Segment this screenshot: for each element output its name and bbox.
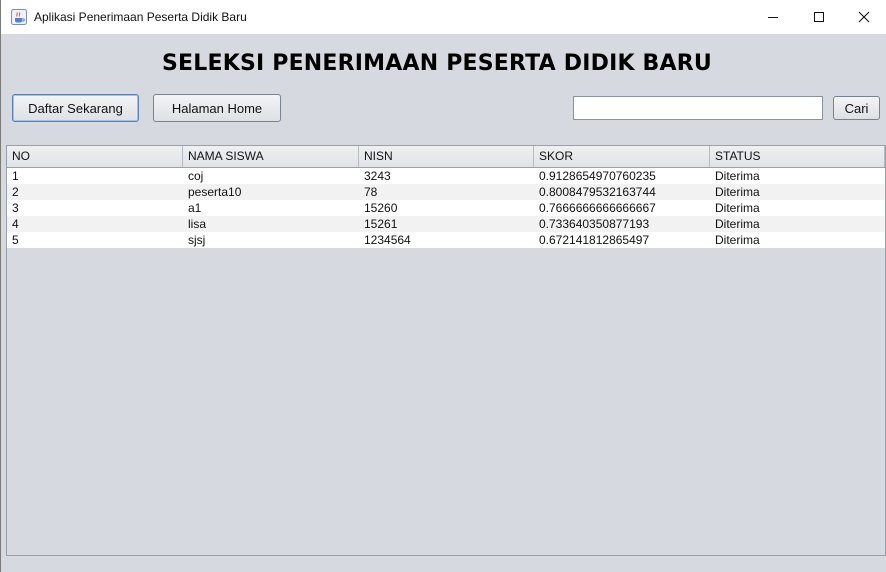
cell-nama-siswa: a1: [188, 201, 202, 215]
column-header-no[interactable]: NO: [7, 146, 183, 167]
halaman-home-button[interactable]: Halaman Home: [153, 94, 281, 122]
table-row[interactable]: 2 peserta10 78 0.8008479532163744 Diteri…: [7, 184, 885, 200]
cari-button[interactable]: Cari: [833, 96, 880, 120]
search-input[interactable]: [573, 96, 823, 120]
cell-status: Diterima: [715, 201, 760, 215]
title-bar[interactable]: Aplikasi Penerimaan Peserta Didik Baru: [1, 0, 886, 34]
column-header-skor[interactable]: SKOR: [534, 146, 710, 167]
page-title: SELEKSI PENERIMAAN PESERTA DIDIK BARU: [162, 51, 712, 76]
column-header-nama-siswa[interactable]: NAMA SISWA: [183, 146, 359, 167]
cell-status: Diterima: [715, 185, 760, 199]
cell-nama-siswa: lisa: [188, 217, 207, 231]
column-header-status[interactable]: STATUS: [710, 146, 885, 167]
cell-no: 5: [12, 233, 19, 247]
cell-nisn: 15260: [364, 201, 398, 215]
cell-skor: 0.7666666666666667: [539, 201, 656, 215]
maximize-button[interactable]: [796, 0, 842, 34]
student-table[interactable]: NO NAMA SISWA NISN SKOR STATUS 1 coj 324…: [6, 145, 886, 556]
column-header-nisn[interactable]: NISN: [359, 146, 534, 167]
cell-nisn: 78: [364, 185, 378, 199]
cell-nama-siswa: peserta10: [188, 185, 242, 199]
table-row[interactable]: 4 lisa 15261 0.733640350877193 Diterima: [7, 216, 885, 232]
cell-status: Diterima: [715, 233, 760, 247]
close-icon: [858, 11, 870, 23]
cell-nama-siswa: sjsj: [188, 233, 206, 247]
app-window: Aplikasi Penerimaan Peserta Didik Baru S…: [0, 0, 886, 572]
cell-nisn: 3243: [364, 169, 391, 183]
window-title: Aplikasi Penerimaan Peserta Didik Baru: [34, 10, 247, 24]
cell-no: 2: [12, 185, 19, 199]
cell-status: Diterima: [715, 169, 760, 183]
maximize-icon: [814, 12, 824, 22]
cell-no: 1: [12, 169, 19, 183]
minimize-button[interactable]: [750, 0, 796, 34]
table-body: 1 coj 3243 0.9128654970760235 Diterima 2…: [7, 168, 885, 248]
cell-status: Diterima: [715, 217, 760, 231]
cell-skor: 0.733640350877193: [539, 217, 650, 231]
cell-nisn: 1234564: [364, 233, 411, 247]
java-cup-icon: [11, 9, 27, 25]
table-header: NO NAMA SISWA NISN SKOR STATUS: [7, 146, 885, 168]
cell-nisn: 15261: [364, 217, 398, 231]
close-button[interactable]: [841, 0, 886, 34]
daftar-sekarang-button[interactable]: Daftar Sekarang: [12, 94, 139, 122]
table-row[interactable]: 5 sjsj 1234564 0.672141812865497 Diterim…: [7, 232, 885, 248]
table-row[interactable]: 3 a1 15260 0.7666666666666667 Diterima: [7, 200, 885, 216]
cell-no: 4: [12, 217, 19, 231]
cell-skor: 0.9128654970760235: [539, 169, 656, 183]
minimize-icon: [768, 17, 778, 18]
cell-skor: 0.8008479532163744: [539, 185, 656, 199]
cell-nama-siswa: coj: [188, 169, 204, 183]
table-row[interactable]: 1 coj 3243 0.9128654970760235 Diterima: [7, 168, 885, 184]
cell-no: 3: [12, 201, 19, 215]
cell-skor: 0.672141812865497: [539, 233, 650, 247]
